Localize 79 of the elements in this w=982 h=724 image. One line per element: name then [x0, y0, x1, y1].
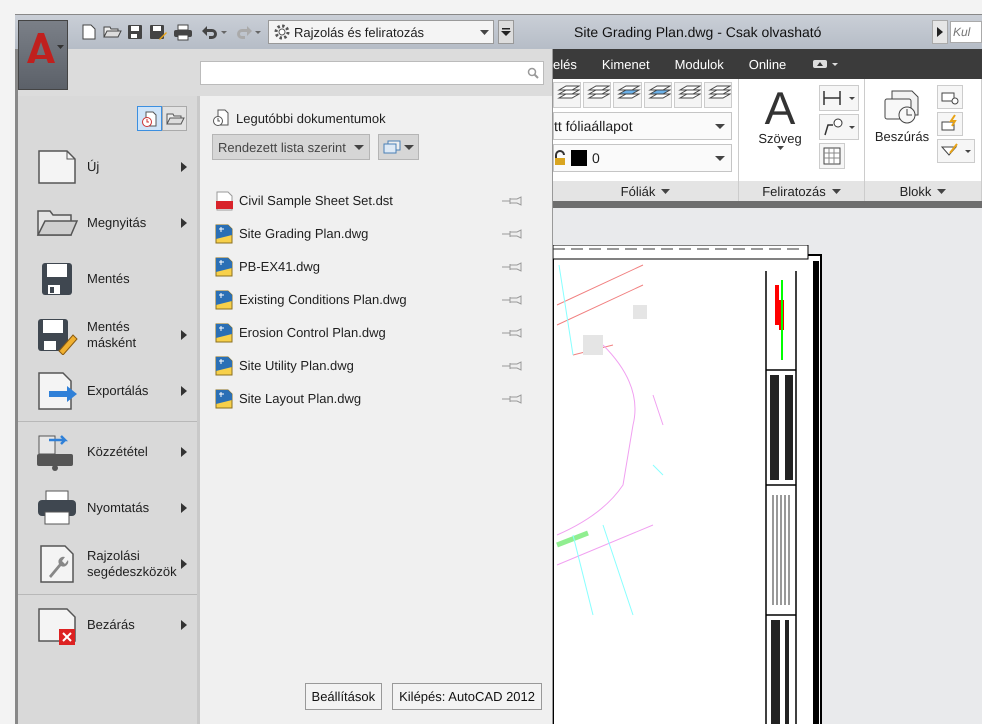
caret-icon — [715, 124, 725, 128]
dimension-icon[interactable] — [819, 85, 859, 111]
save-icon[interactable] — [126, 23, 144, 41]
menu-item[interactable]: Exportálás — [18, 363, 197, 419]
block-editor-icon[interactable] — [937, 112, 963, 136]
window-title: Site Grading Plan.dwg - Csak olvasható — [574, 24, 822, 40]
ribbon-tab[interactable]: Modulok — [674, 56, 733, 72]
search-icon — [527, 66, 539, 78]
layer-dropdown[interactable]: 0 — [553, 144, 732, 172]
recent-document-item[interactable]: Erosion Control Plan.dwg — [212, 316, 542, 349]
caret-icon — [480, 30, 489, 34]
recent-document-item[interactable]: Site Utility Plan.dwg — [212, 349, 542, 382]
ribbon-tab[interactable]: elés — [553, 56, 586, 72]
view-dropdown[interactable] — [378, 134, 419, 160]
save-as-icon[interactable] — [148, 23, 168, 41]
menu-item[interactable]: Rajzolási segédeszközök — [18, 536, 197, 592]
layer-tool-icon[interactable] — [704, 82, 732, 108]
unlocked-padlock-icon — [554, 150, 566, 166]
new-file-icon[interactable] — [80, 23, 98, 41]
layer-tool-icon[interactable] — [553, 82, 582, 108]
panel-toggle-icon[interactable] — [811, 58, 840, 70]
drawing-file-icon — [215, 388, 233, 408]
search-field[interactable] — [200, 60, 544, 84]
table-icon[interactable] — [819, 143, 845, 169]
caret-icon — [404, 144, 414, 150]
caret-icon — [354, 144, 364, 150]
panel-title[interactable]: Blokk — [865, 181, 981, 201]
panel-title[interactable]: Fóliák — [553, 181, 738, 201]
recent-document-item[interactable]: Site Grading Plan.dwg — [212, 217, 542, 250]
windows-icon — [382, 140, 401, 154]
layer-tool-icon[interactable] — [613, 82, 642, 108]
section-title: Legutóbbi dokumentumok — [236, 110, 386, 126]
recent-document-item[interactable]: Existing Conditions Plan.dwg — [212, 283, 542, 316]
layer-color-swatch — [571, 150, 587, 166]
recent-document-item[interactable]: PB-EX41.dwg — [212, 250, 542, 283]
menu-item[interactable]: Mentés — [18, 251, 197, 307]
footer-button[interactable]: Beállítások — [304, 683, 382, 710]
document-clock-icon — [140, 110, 158, 128]
ribbon-tab[interactable]: Online — [748, 56, 796, 72]
attribute-edit-icon[interactable] — [937, 139, 975, 163]
layer-tool-icon[interactable] — [644, 82, 672, 108]
gear-icon — [273, 23, 291, 41]
menu-item[interactable]: Bezárás — [18, 597, 197, 653]
ribbon-tab[interactable]: Kimenet — [602, 56, 659, 72]
print-icon[interactable] — [172, 23, 194, 41]
caret-icon — [715, 156, 725, 160]
layer-tool-icon[interactable] — [674, 82, 702, 108]
text-button[interactable]: A Szöveg — [745, 85, 815, 150]
leader-icon[interactable] — [819, 114, 859, 140]
menu-item[interactable]: Megnyitás — [18, 195, 197, 251]
recent-document-item[interactable]: Civil Sample Sheet Set.dst — [212, 184, 542, 217]
workspace-dropdown[interactable]: Rajzolás és feliratozás — [268, 20, 494, 44]
drawing-file-icon — [215, 224, 233, 244]
insert-button[interactable]: Beszúrás — [871, 85, 933, 144]
caret-icon — [937, 188, 946, 194]
sort-dropdown[interactable]: Rendezett lista szerint — [212, 134, 370, 160]
menu-item[interactable]: Nyomtatás — [18, 480, 197, 536]
menu-item[interactable]: Új — [18, 139, 197, 195]
sheet-set-file-icon — [215, 190, 233, 210]
customize-menu-icon[interactable] — [498, 20, 514, 44]
layer-state-dropdown[interactable]: tt fóliaállapot — [553, 112, 732, 140]
caret-icon — [661, 188, 670, 194]
menu-item[interactable]: Közzététel — [18, 424, 197, 480]
footer-button[interactable]: Kilépés: AutoCAD 2012 — [392, 683, 542, 710]
drawing-file-icon — [215, 356, 233, 376]
layer-tool-icon[interactable] — [583, 82, 612, 108]
recent-documents-button[interactable] — [137, 106, 162, 131]
panel-title[interactable]: Feliratozás — [739, 181, 864, 201]
drawing-file-icon — [215, 256, 233, 276]
drawing-file-icon — [215, 322, 233, 342]
layer-name: 0 — [592, 150, 600, 166]
search-field[interactable]: Kul — [950, 21, 982, 43]
block-icon[interactable] — [937, 85, 963, 109]
menu-item[interactable]: Mentés másként — [18, 307, 197, 363]
open-documents-button[interactable] — [162, 106, 187, 131]
drawing-file-icon — [215, 290, 233, 310]
recent-document-item[interactable]: Site Layout Plan.dwg — [212, 382, 542, 415]
caret-icon — [776, 146, 784, 150]
caret-icon — [832, 188, 841, 194]
